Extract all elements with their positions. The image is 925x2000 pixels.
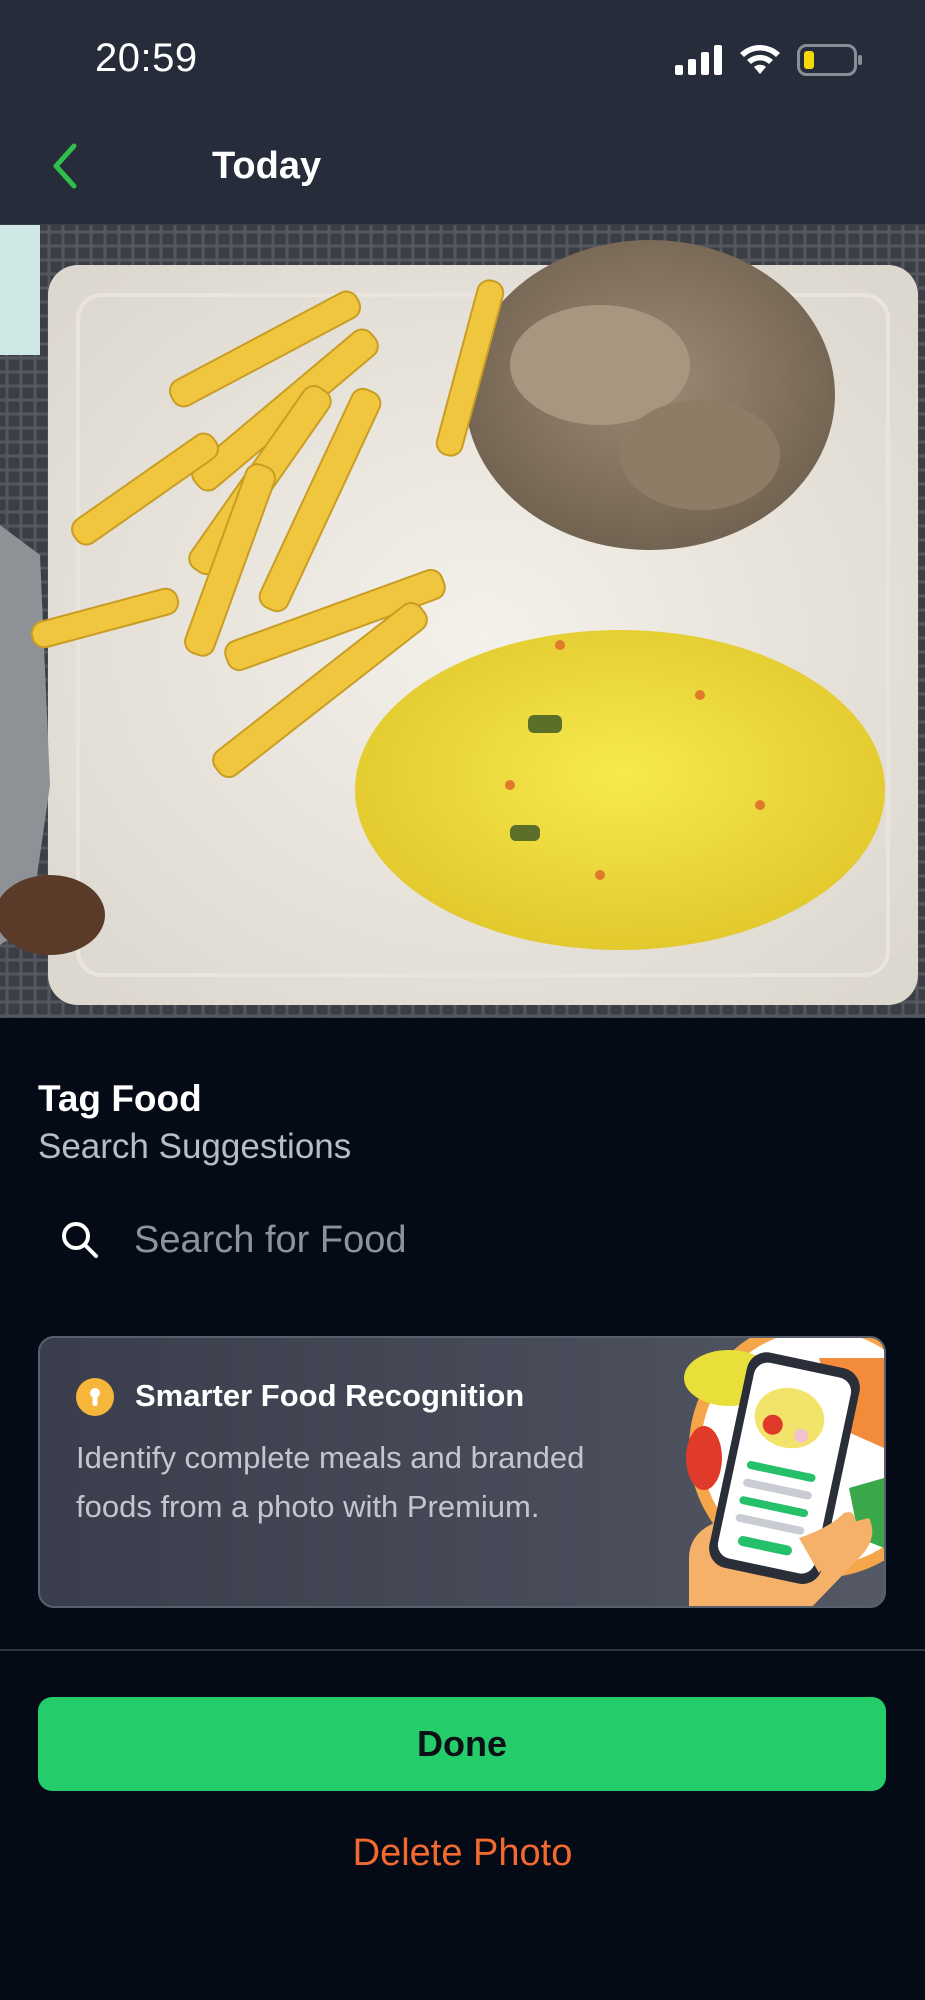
search-food-field[interactable]: Search for Food <box>60 1205 880 1275</box>
cellular-signal-icon <box>675 45 722 75</box>
battery-low-icon <box>797 44 862 76</box>
promo-title: Smarter Food Recognition <box>135 1378 525 1413</box>
chevron-left-icon <box>53 143 77 189</box>
done-button[interactable]: Done <box>38 1697 886 1791</box>
status-icons <box>675 44 863 76</box>
premium-keyhole-icon <box>76 1378 114 1416</box>
smarter-recognition-card[interactable]: Smarter Food Recognition Identify comple… <box>38 1336 886 1608</box>
food-photo <box>0 225 925 1018</box>
search-icon <box>62 1222 98 1258</box>
promo-description: Identify complete meals and branded food… <box>76 1440 585 1524</box>
divider <box>0 1649 925 1651</box>
phone-food-illustration <box>684 1338 884 1606</box>
navigation-bar: Today <box>0 110 925 225</box>
status-bar: 20:59 <box>0 0 925 110</box>
search-input[interactable]: Search for Food <box>134 1219 406 1262</box>
delete-photo-button[interactable]: Delete Photo <box>0 1832 925 1875</box>
page-title: Today <box>212 145 322 187</box>
search-suggestions-label: Search Suggestions <box>38 1127 352 1166</box>
wifi-icon <box>740 45 780 74</box>
tag-food-heading: Tag Food <box>38 1078 202 1119</box>
status-time: 20:59 <box>95 36 198 80</box>
back-button[interactable] <box>40 138 90 194</box>
